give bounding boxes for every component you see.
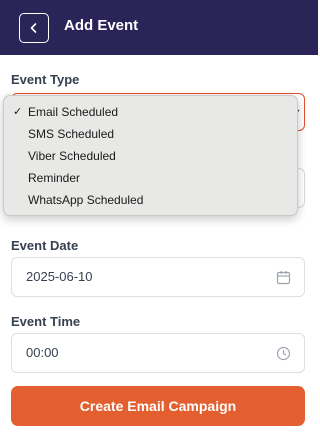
event-date-value: 2025-06-10 <box>26 269 93 284</box>
option-reminder[interactable]: Reminder <box>4 167 297 189</box>
create-email-campaign-button[interactable]: Create Email Campaign <box>11 386 305 426</box>
event-type-label: Event Type <box>11 72 80 87</box>
create-email-campaign-label: Create Email Campaign <box>79 398 237 414</box>
option-viber-scheduled[interactable]: Viber Scheduled <box>4 145 297 167</box>
option-email-scheduled[interactable]: ✓ Email Scheduled <box>4 101 297 123</box>
clock-icon[interactable] <box>276 346 291 361</box>
back-button[interactable] <box>19 13 49 43</box>
event-time-input[interactable]: 00:00 <box>11 333 305 373</box>
option-sms-scheduled[interactable]: SMS Scheduled <box>4 123 297 145</box>
page-title: Add Event <box>64 17 139 34</box>
event-date-label: Event Date <box>11 238 79 253</box>
event-type-dropdown: ✓ Email Scheduled SMS Scheduled Viber Sc… <box>3 95 298 216</box>
option-whatsapp-scheduled[interactable]: WhatsApp Scheduled <box>4 189 297 211</box>
event-time-value: 00:00 <box>26 345 59 360</box>
check-icon: ✓ <box>13 106 23 118</box>
app-header: Add Event <box>0 0 318 55</box>
event-date-input[interactable]: 2025-06-10 <box>11 257 305 297</box>
event-time-label: Event Time <box>11 314 81 329</box>
calendar-icon[interactable] <box>276 270 291 285</box>
chevron-left-icon <box>30 23 37 33</box>
